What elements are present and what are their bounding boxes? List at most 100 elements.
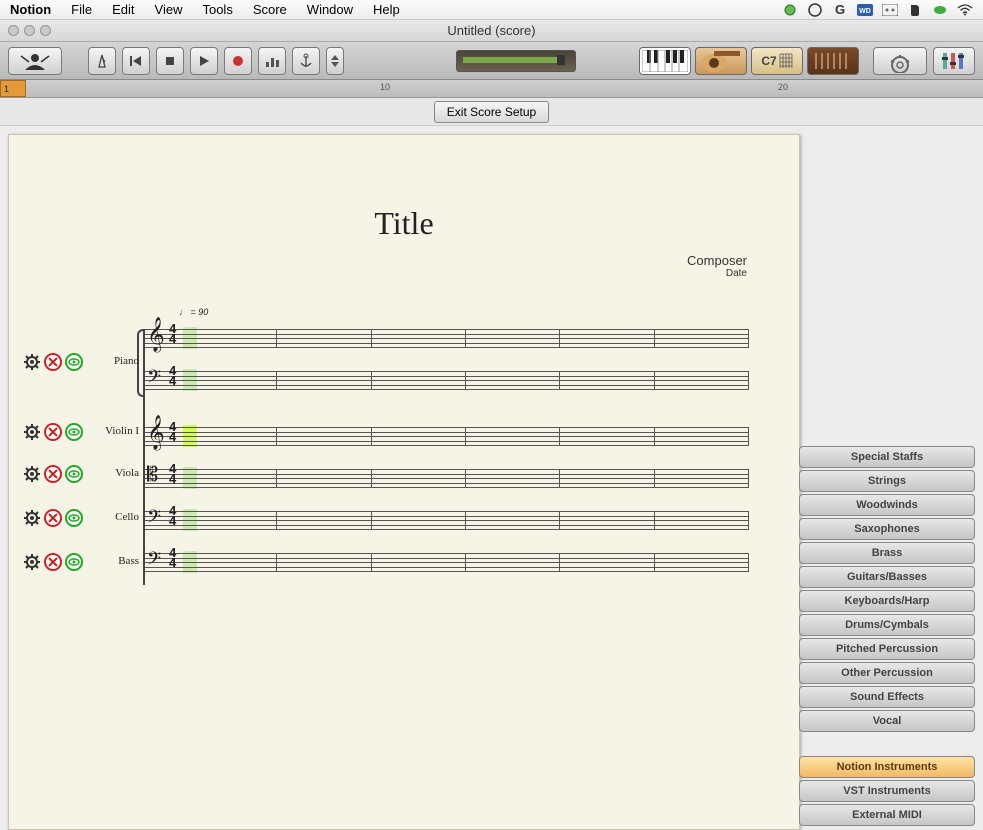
time-display [456, 50, 576, 72]
menu-edit[interactable]: Edit [102, 2, 144, 17]
track-controls-cello [23, 509, 83, 527]
source-external-midi[interactable]: External MIDI [799, 804, 975, 826]
time-signature[interactable]: 44 [169, 422, 176, 442]
close-window-button[interactable] [8, 25, 19, 36]
track-delete-button[interactable] [44, 509, 62, 527]
instrument-label: Viola [97, 467, 139, 479]
staff-violin1[interactable]: 𝄞 44 [145, 419, 749, 453]
drums-view-button[interactable] [807, 47, 859, 75]
score-title[interactable]: Title [9, 205, 799, 242]
treble-clef-icon: 𝄞 [147, 416, 165, 450]
track-delete-button[interactable] [44, 353, 62, 371]
play-button[interactable] [190, 47, 218, 75]
track-controls-viola [23, 465, 83, 483]
conductor-button[interactable] [8, 47, 62, 75]
tray-evernote-icon[interactable] [907, 2, 923, 18]
tray-icon-7[interactable] [932, 2, 948, 18]
staff-systems: 𝄞 44 𝄢 44 𝄞 44 [145, 321, 749, 587]
rewind-button[interactable] [122, 47, 150, 75]
composer-field[interactable]: Composer [687, 253, 747, 268]
zoom-window-button[interactable] [40, 25, 51, 36]
tray-icon-5[interactable] [882, 2, 898, 18]
date-field[interactable]: Date [687, 268, 747, 279]
ruler-tick: 20 [778, 82, 788, 92]
anchor-button[interactable] [292, 47, 320, 75]
setup-bar: Exit Score Setup [0, 98, 983, 126]
time-signature[interactable]: 44 [169, 506, 176, 526]
window-title: Untitled (score) [0, 23, 983, 38]
time-signature[interactable]: 44 [169, 366, 176, 386]
timeline-ruler[interactable]: 1 10 20 [0, 80, 983, 98]
track-delete-button[interactable] [44, 465, 62, 483]
track-settings-button[interactable] [23, 353, 41, 371]
track-visibility-button[interactable] [65, 353, 83, 371]
track-settings-button[interactable] [23, 465, 41, 483]
mixer-levels-button[interactable] [258, 47, 286, 75]
category-special-staffs[interactable]: Special Staffs [799, 446, 975, 468]
category-saxophones[interactable]: Saxophones [799, 518, 975, 540]
tray-icon-3[interactable]: G [832, 2, 848, 18]
track-visibility-button[interactable] [65, 465, 83, 483]
track-settings-button[interactable] [23, 423, 41, 441]
staff-cello[interactable]: 𝄢 44 [145, 503, 749, 537]
staff-viola[interactable]: 𝄡 44 [145, 461, 749, 495]
playhead-marker[interactable]: 1 [0, 80, 26, 97]
menu-view[interactable]: View [145, 2, 193, 17]
updown-button[interactable] [326, 47, 344, 75]
tray-icon-1[interactable] [782, 2, 798, 18]
source-vst-instruments[interactable]: VST Instruments [799, 780, 975, 802]
minimize-window-button[interactable] [24, 25, 35, 36]
category-sound-effects[interactable]: Sound Effects [799, 686, 975, 708]
score-page: Title Composer Date ♩ = 90 𝄞 44 𝄢 44 [8, 134, 800, 830]
menu-tools[interactable]: Tools [192, 2, 242, 17]
bass-clef-icon: 𝄢 [147, 366, 161, 392]
menu-score[interactable]: Score [243, 2, 297, 17]
time-signature[interactable]: 44 [169, 324, 176, 344]
tray-icon-2[interactable] [807, 2, 823, 18]
staff-bass[interactable]: 𝄢 44 [145, 545, 749, 579]
guitar-view-button[interactable] [695, 47, 747, 75]
app-menu[interactable]: Notion [0, 2, 61, 17]
record-button[interactable] [224, 47, 252, 75]
category-drums-cymbals[interactable]: Drums/Cymbals [799, 614, 975, 636]
piano-view-button[interactable] [639, 47, 691, 75]
staff-piano-treble[interactable]: 𝄞 44 [145, 321, 749, 355]
time-signature[interactable]: 44 [169, 548, 176, 568]
track-settings-button[interactable] [23, 553, 41, 571]
track-visibility-button[interactable] [65, 509, 83, 527]
exit-score-setup-button[interactable]: Exit Score Setup [434, 101, 549, 123]
tray-icon-4[interactable]: WD [857, 2, 873, 18]
track-settings-button[interactable] [23, 509, 41, 527]
instrument-label: Bass [97, 555, 139, 567]
category-woodwinds[interactable]: Woodwinds [799, 494, 975, 516]
time-signature[interactable]: 44 [169, 464, 176, 484]
track-delete-button[interactable] [44, 553, 62, 571]
tempo-marking[interactable]: ♩ = 90 [179, 307, 208, 317]
mixer-sliders-button[interactable] [933, 47, 975, 75]
stop-button[interactable] [156, 47, 184, 75]
category-other-percussion[interactable]: Other Percussion [799, 662, 975, 684]
category-pitched-percussion[interactable]: Pitched Percussion [799, 638, 975, 660]
tray-wifi-icon[interactable] [957, 2, 973, 18]
category-vocal[interactable]: Vocal [799, 710, 975, 732]
source-notion-instruments[interactable]: Notion Instruments [799, 756, 975, 778]
treble-clef-icon: 𝄞 [147, 318, 165, 352]
instrument-label: Cello [97, 511, 139, 523]
menu-file[interactable]: File [61, 2, 102, 17]
menu-help[interactable]: Help [363, 2, 410, 17]
menu-window[interactable]: Window [297, 2, 363, 17]
category-keyboards-harp[interactable]: Keyboards/Harp [799, 590, 975, 612]
category-guitars-basses[interactable]: Guitars/Basses [799, 566, 975, 588]
track-delete-button[interactable] [44, 423, 62, 441]
track-controls-violin1 [23, 423, 83, 441]
category-strings[interactable]: Strings [799, 470, 975, 492]
chord-view-button[interactable]: C7 [751, 47, 803, 75]
track-visibility-button[interactable] [65, 553, 83, 571]
category-brass[interactable]: Brass [799, 542, 975, 564]
metronome-button[interactable] [88, 47, 116, 75]
staff-piano-bass[interactable]: 𝄢 44 [145, 363, 749, 397]
system-tray: G WD [782, 2, 983, 18]
bass-clef-icon: 𝄢 [147, 548, 161, 574]
settings-button[interactable] [873, 47, 927, 75]
track-visibility-button[interactable] [65, 423, 83, 441]
